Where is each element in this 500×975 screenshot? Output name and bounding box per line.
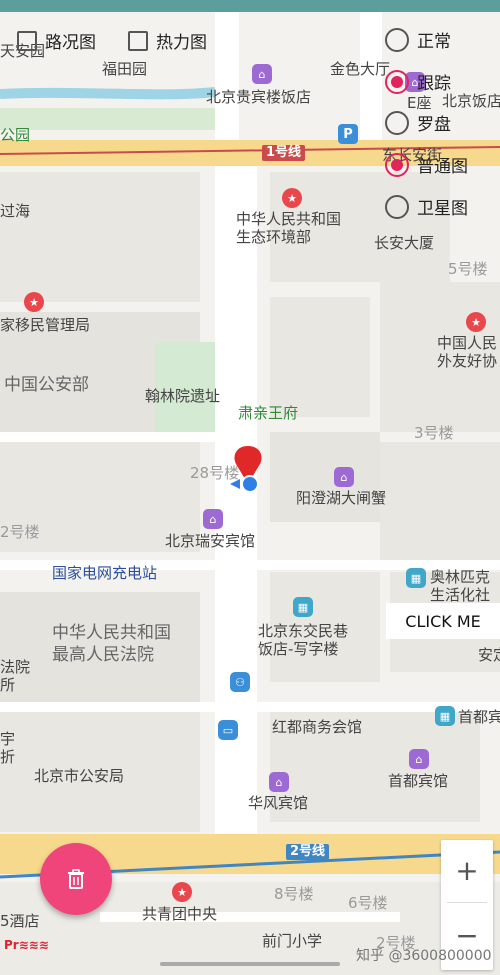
click-me-button[interactable]: CLICK ME [386, 603, 500, 639]
landmark-star-icon: ★ [24, 292, 44, 312]
map-label-grid-station: 国家电网充电站 [52, 564, 158, 582]
map-label-huafeng: 华风宾馆 [248, 794, 309, 812]
map-label-line1: 1号线 [262, 145, 306, 161]
map-label-immigration: 家移民管理局 [0, 316, 91, 334]
landmark-star-icon: ★ [172, 882, 192, 902]
checkbox-label: 热力图 [156, 33, 207, 53]
map-label-bldg3: 3号楼 [414, 424, 454, 442]
radio-label: 跟踪 [417, 74, 451, 94]
radio-ring[interactable] [385, 110, 409, 135]
map-label-hongdu: 红都商务会馆 [272, 718, 363, 736]
map-label-court-left: 法院 所 [0, 658, 31, 694]
landmark-star-icon: ★ [466, 312, 486, 332]
toilet-icon: ⚇ [230, 672, 250, 692]
building-icon: ▦ [293, 597, 313, 617]
map-label-park: 公园 [0, 126, 31, 144]
map-label-gongqingtuan: 共青团中央 [142, 905, 218, 923]
radio-label: 卫星图 [417, 199, 468, 219]
mode-compass-radio[interactable]: 罗盘 [385, 110, 451, 135]
radio-ring[interactable] [385, 69, 409, 94]
map-label-olympic: 奥林匹克 生活化社 [430, 568, 491, 604]
radio-label: 普通图 [417, 157, 468, 177]
map-label-bldg8: 8号楼 [274, 885, 314, 903]
map-label-ruian: 北京瑞安宾馆 [165, 532, 256, 550]
mode-follow-radio[interactable]: 跟踪 [385, 69, 451, 94]
status-bar [0, 0, 500, 12]
checkbox-box[interactable] [17, 30, 37, 51]
traffic-layer-checkbox[interactable]: 路况图 [17, 28, 96, 53]
radio-ring[interactable] [385, 152, 409, 177]
location-pin-icon [230, 446, 262, 493]
building-icon: ▦ [406, 568, 426, 588]
map-label-friendship: 中国人民 外友好协 [437, 334, 498, 370]
map-label-bldg5: 5号楼 [448, 260, 488, 278]
checkbox-label: 路况图 [45, 33, 96, 53]
map-label-anding: 安定 [478, 646, 500, 664]
map-label-police-ministry: 中国公安部 [4, 375, 89, 395]
map-label-guo: 过海 [0, 202, 31, 220]
zoom-in-button[interactable]: + [441, 840, 493, 900]
bus-icon: ▭ [218, 720, 238, 740]
map-label-ministry-env: 中华人民共和国 生态环境部 [236, 210, 342, 246]
hotel-icon: ⌂ [252, 64, 272, 84]
map-type-satellite-radio[interactable]: 卫星图 [385, 194, 468, 219]
radio-ring[interactable] [385, 27, 409, 52]
map-provider-logo: Pr≋≋≋ [4, 938, 49, 952]
map-label-yangcheng: 阳澄湖大闸蟹 [296, 489, 387, 507]
checkbox-box[interactable] [128, 30, 148, 51]
map-label-jinse: 金色大厅 [330, 60, 391, 78]
hotel-icon: ⌂ [203, 509, 223, 529]
landmark-star-icon: ★ [282, 188, 302, 208]
map-label-shoudu-hotel: 首都宾馆 [388, 772, 449, 790]
map-label-beijing-hotel: 北京贵宾楼饭店 [206, 88, 312, 106]
hotel-icon: ⌂ [409, 749, 429, 769]
radio-label: 罗盘 [417, 115, 451, 135]
map-type-normal-radio[interactable]: 普通图 [385, 152, 468, 177]
map-label-beijing-fandian: 北京饭店 [442, 92, 500, 110]
home-indicator [160, 962, 340, 966]
map-label-changan: 长安大厦 [374, 234, 435, 252]
delete-fab-button[interactable] [40, 843, 112, 915]
map-label-bldg2: 2号楼 [0, 523, 40, 541]
zoom-divider [447, 902, 487, 903]
map-label-hotel-left: 5酒店 [0, 912, 40, 930]
radio-label: 正常 [417, 32, 451, 52]
radio-ring[interactable] [385, 194, 409, 219]
watermark-text: 知乎 @3600800000 [356, 948, 492, 964]
map-label-yu: 宇 折 [0, 730, 16, 766]
map-label-hanlin: 翰林院遗址 [145, 387, 221, 405]
shop-icon: ⌂ [334, 467, 354, 487]
hotel-icon: ⌂ [269, 772, 289, 792]
trash-icon [68, 869, 84, 889]
map-label-jiaomin: 北京东交民巷 饭店-写字楼 [258, 622, 349, 658]
parking-icon: P [338, 124, 358, 144]
map-label-line2: 2号线 [286, 844, 330, 860]
map-label-suqin: 肃亲王府 [238, 404, 299, 422]
map-label-shoudu-bin: 首都宾 [458, 708, 500, 726]
heatmap-layer-checkbox[interactable]: 热力图 [128, 28, 207, 53]
map-label-bldg6: 6号楼 [348, 894, 388, 912]
map-label-futian: 福田园 [102, 60, 148, 78]
map-label-qianmen: 前门小学 [262, 932, 323, 950]
map-label-supreme-court: 中华人民共和国 最高人民法院 [52, 623, 171, 665]
map-label-police-beijing: 北京市公安局 [34, 767, 125, 785]
mode-normal-radio[interactable]: 正常 [385, 27, 451, 52]
building-icon: ▦ [435, 706, 455, 726]
